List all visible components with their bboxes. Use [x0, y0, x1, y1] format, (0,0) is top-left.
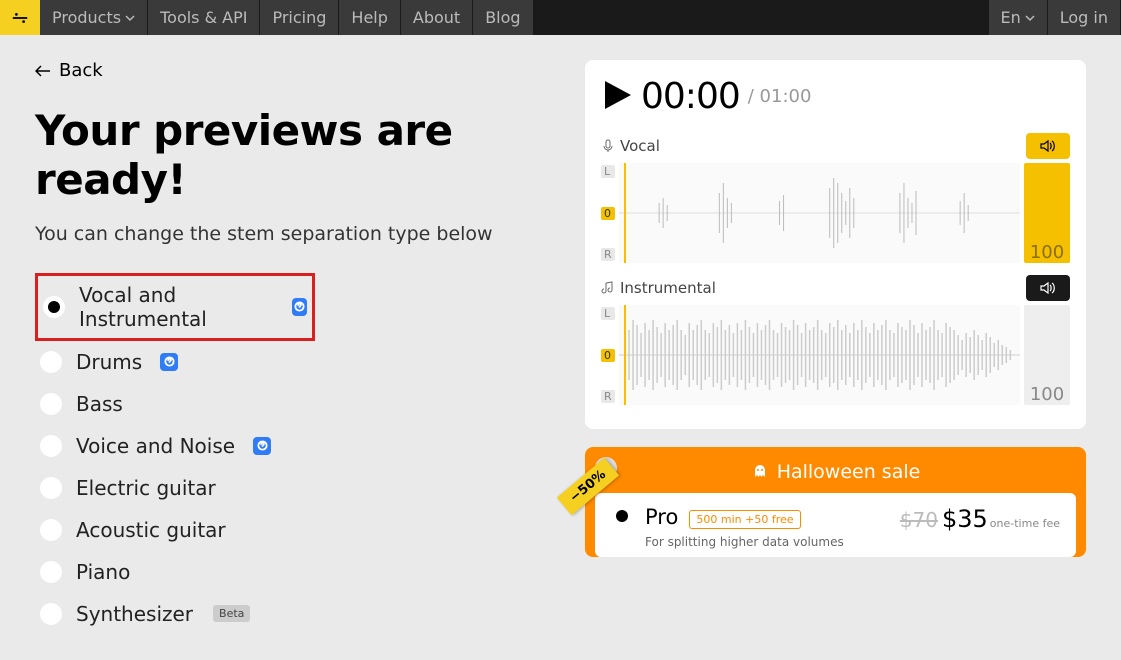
- radio-icon: [40, 351, 62, 373]
- radio-selected-icon: [43, 296, 65, 318]
- login-link[interactable]: Log in: [1048, 0, 1120, 35]
- playhead[interactable]: [624, 163, 626, 263]
- option-drums[interactable]: Drums: [35, 341, 555, 383]
- mic-icon: [601, 139, 615, 153]
- option-label: Acoustic guitar: [76, 518, 226, 542]
- option-piano[interactable]: Piano: [35, 551, 555, 593]
- nav-help[interactable]: Help: [339, 0, 399, 35]
- chevron-down-icon: [1025, 13, 1035, 23]
- ghost-icon: [751, 463, 769, 481]
- right-panel: 00:00 / 01:00 Vocal L0R: [585, 60, 1086, 635]
- topbar: Products Tools & API Pricing Help About …: [0, 0, 1121, 35]
- player: 00:00 / 01:00 Vocal L0R: [585, 60, 1086, 429]
- option-electric-guitar[interactable]: Electric guitar: [35, 467, 555, 509]
- radio-icon: [40, 561, 62, 583]
- chevron-down-icon: [125, 13, 135, 23]
- arrow-left-icon: [35, 65, 51, 77]
- nav-blog[interactable]: Blog: [473, 0, 532, 35]
- option-label: Vocal and Instrumental: [79, 283, 274, 331]
- back-button[interactable]: Back: [35, 60, 555, 81]
- current-time: 00:00: [641, 76, 740, 117]
- promo-banner: ✕ −50% Halloween sale Pro 500 min +50 fr…: [585, 447, 1086, 557]
- page-subtitle: You can change the stem separation type …: [35, 222, 555, 248]
- radio-icon: [40, 477, 62, 499]
- nav-tools[interactable]: Tools & API: [148, 0, 259, 35]
- option-label: Bass: [76, 392, 123, 416]
- waveform-instrumental[interactable]: [619, 305, 1020, 405]
- nav-pricing[interactable]: Pricing: [260, 0, 338, 35]
- plan-pro[interactable]: Pro 500 min +50 free For splitting highe…: [595, 493, 1076, 557]
- stem-instrumental: Instrumental L0R 100: [601, 271, 1070, 405]
- plan-price: $70$35one-time fee: [900, 505, 1060, 533]
- radio-icon: [40, 519, 62, 541]
- info-icon[interactable]: [253, 437, 271, 455]
- mute-button-instrumental[interactable]: [1026, 275, 1070, 301]
- speaker-icon: [1040, 282, 1056, 294]
- option-vocal-instrumental[interactable]: Vocal and Instrumental: [35, 273, 315, 341]
- channel-labels: L0R: [601, 305, 615, 405]
- music-icon: [601, 281, 615, 295]
- option-label: Synthesizer: [76, 602, 193, 626]
- option-label: Voice and Noise: [76, 434, 235, 458]
- option-synthesizer[interactable]: Synthesizer Beta: [35, 593, 555, 635]
- mute-button-vocal[interactable]: [1026, 133, 1070, 159]
- radio-icon: [40, 435, 62, 457]
- nav-left: Products Tools & API Pricing Help About …: [40, 0, 534, 35]
- speaker-icon: [1040, 140, 1056, 152]
- page-title: Your previews are ready!: [35, 106, 555, 204]
- plan-name: Pro: [645, 505, 678, 529]
- play-icon: [601, 79, 633, 111]
- volume-instrumental[interactable]: 100: [1024, 305, 1070, 405]
- waveform-vocal[interactable]: [619, 163, 1020, 263]
- radio-selected-icon: [611, 505, 633, 527]
- logo[interactable]: [0, 0, 40, 35]
- promo-title: Halloween sale: [595, 457, 1076, 493]
- volume-vocal[interactable]: 100: [1024, 163, 1070, 263]
- radio-icon: [40, 603, 62, 625]
- option-label: Piano: [76, 560, 130, 584]
- stem-vocal: Vocal L0R: [601, 129, 1070, 263]
- plan-description: For splitting higher data volumes: [645, 535, 888, 549]
- play-button[interactable]: [601, 79, 633, 115]
- option-label: Electric guitar: [76, 476, 216, 500]
- total-duration: / 01:00: [748, 86, 812, 107]
- info-icon[interactable]: [160, 353, 178, 371]
- option-voice-noise[interactable]: Voice and Noise: [35, 425, 555, 467]
- option-acoustic-guitar[interactable]: Acoustic guitar: [35, 509, 555, 551]
- playhead[interactable]: [624, 305, 626, 405]
- waveform-icon: [619, 305, 1020, 405]
- info-icon[interactable]: [292, 298, 307, 316]
- left-panel: Back Your previews are ready! You can ch…: [35, 60, 555, 635]
- beta-badge: Beta: [213, 605, 250, 622]
- option-bass[interactable]: Bass: [35, 383, 555, 425]
- nav-right: En Log in: [989, 0, 1121, 35]
- radio-icon: [40, 393, 62, 415]
- plan-badge: 500 min +50 free: [689, 510, 800, 529]
- nav-products[interactable]: Products: [40, 0, 147, 35]
- nav-about[interactable]: About: [401, 0, 472, 35]
- channel-labels: L0R: [601, 163, 615, 263]
- option-label: Drums: [76, 350, 142, 374]
- logo-icon: [11, 9, 29, 27]
- lang-selector[interactable]: En: [989, 0, 1047, 35]
- waveform-icon: [619, 163, 1020, 263]
